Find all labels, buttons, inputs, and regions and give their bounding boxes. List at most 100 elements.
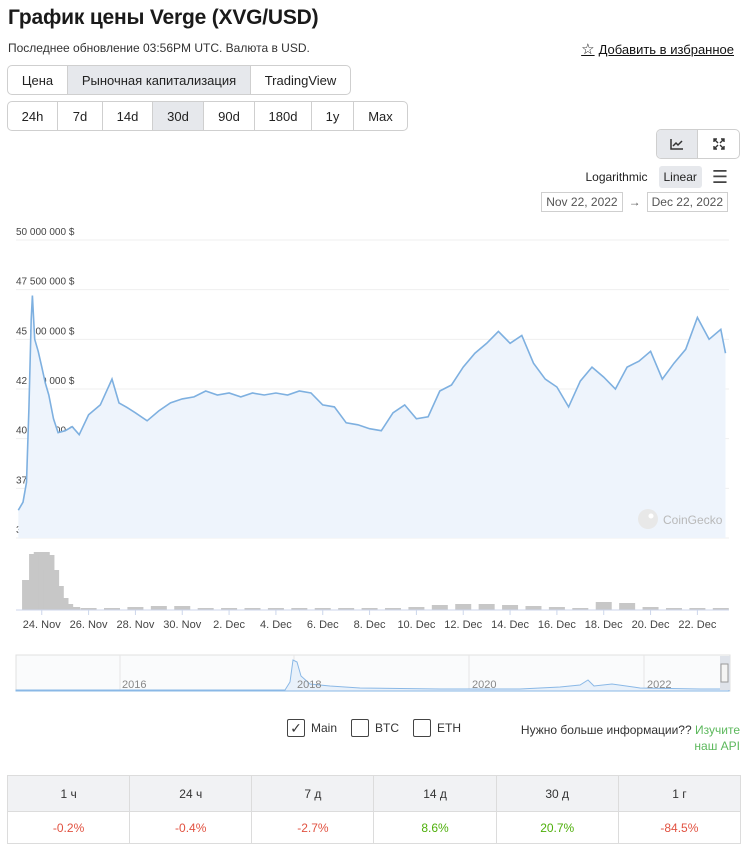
- checkbox-main[interactable]: ✓ Main: [287, 719, 337, 737]
- volume-bar: [64, 607, 81, 610]
- checkbox-main-box[interactable]: ✓: [287, 719, 305, 737]
- date-from-input[interactable]: Nov 22, 2022: [541, 192, 623, 212]
- x-tick-label: 8. Dec: [354, 619, 386, 631]
- checkbox-btc-box[interactable]: [351, 719, 370, 737]
- perf-header-1h: 1 ч: [6, 775, 131, 812]
- star-icon: ☆: [581, 41, 595, 58]
- range-90d[interactable]: 90d: [204, 102, 255, 130]
- expand-button[interactable]: [698, 130, 739, 158]
- volume-bar: [174, 606, 191, 610]
- volume-bar: [619, 603, 636, 610]
- perf-header-30d: 30 д: [495, 775, 619, 812]
- perf-header-14d: 14 д: [373, 775, 497, 812]
- range-14d[interactable]: 14d: [103, 102, 153, 130]
- volume-bar: [197, 608, 214, 610]
- performance-header-row: 1 ч 24 ч 7 д 14 д 30 д 1 г: [6, 775, 742, 812]
- scale-linear[interactable]: Linear: [658, 166, 702, 188]
- scale-switch: Logarithmic Linear ☰: [580, 166, 728, 188]
- volume-bar: [127, 607, 144, 610]
- x-axis-labels: 24. Nov 26. Nov 28. Nov 30. Nov 2. Dec 4. Dec…: [23, 610, 717, 631]
- navigator: 2016 2018 2020 2022: [15, 654, 731, 692]
- tab-market-cap[interactable]: Рыночная капитализация: [68, 66, 251, 94]
- chart-grid: [16, 239, 729, 539]
- x-tick-label: 10. Dec: [397, 619, 435, 631]
- volume-bar: [43, 570, 60, 610]
- y-tick-label: 37 500 000 $: [16, 475, 75, 486]
- x-tick-label: 2. Dec: [213, 619, 245, 631]
- checkbox-eth[interactable]: ETH: [413, 719, 461, 737]
- perf-header-1y: 1 г: [617, 775, 742, 812]
- range-180d[interactable]: 180d: [255, 102, 312, 130]
- range-24h[interactable]: 24h: [8, 102, 58, 130]
- perf-header-7d: 7 д: [251, 775, 375, 812]
- volume-bar: [642, 607, 659, 610]
- navigator-tick: 2020: [472, 679, 496, 691]
- page-title: График цены Verge (XVG/USD): [8, 6, 319, 29]
- x-tick-label: 20. Dec: [632, 619, 670, 631]
- last-updated-text: Последнее обновление 03:56PM UTC. Валюта…: [8, 41, 310, 55]
- volume-bar: [525, 606, 542, 610]
- scale-logarithmic[interactable]: Logarithmic: [580, 166, 652, 188]
- performance-values-row: -0.2% -0.4% -2.7% 8.6% 20.7% -84.5%: [6, 811, 742, 844]
- performance-table: 1 ч 24 ч 7 д 14 д 30 д 1 г -0.2% -0.4% -…: [6, 775, 742, 844]
- line-chart-button[interactable]: [657, 130, 698, 158]
- perf-value-14d: 8.6%: [373, 811, 497, 844]
- checkbox-btc[interactable]: BTC: [351, 719, 399, 737]
- volume-bar: [221, 608, 238, 610]
- date-to-input[interactable]: Dec 22, 2022: [646, 192, 728, 212]
- line-chart-icon: [670, 139, 683, 150]
- volume-bar: [338, 608, 355, 610]
- volume-bar: [33, 552, 50, 610]
- volume-bar: [572, 608, 589, 610]
- y-tick-label: 42 500 000 $: [16, 376, 75, 387]
- range-max[interactable]: Max: [354, 102, 407, 130]
- hamburger-icon[interactable]: ☰: [712, 167, 728, 188]
- x-tick-label: 22. Dec: [678, 619, 716, 631]
- volume-bar: [291, 608, 308, 610]
- api-promo-text: Нужно больше информации??: [520, 723, 692, 737]
- volume-bar: [548, 607, 565, 610]
- api-link[interactable]: Изучите наш API: [694, 723, 740, 753]
- add-to-favorites-label: Добавить в избранное: [598, 41, 734, 57]
- range-1y[interactable]: 1y: [312, 102, 354, 130]
- expand-icon: [712, 138, 725, 150]
- volume-bar: [80, 608, 97, 610]
- compare-checkboxes: ✓ Main BTC ETH: [287, 719, 461, 737]
- add-to-favorites-link[interactable]: ☆ Добавить в избранное: [581, 40, 734, 58]
- chart-type-tabs: Цена Рыночная капитализация TradingView: [7, 65, 351, 95]
- tab-price[interactable]: Цена: [8, 66, 68, 94]
- x-tick-label: 18. Dec: [585, 619, 623, 631]
- y-tick-label: 35 000 000 $: [16, 525, 75, 536]
- x-tick-label: 16. Dec: [538, 619, 576, 631]
- volume-bar: [52, 598, 69, 610]
- navigator-handle[interactable]: [720, 663, 729, 683]
- tab-tradingview[interactable]: TradingView: [251, 66, 350, 94]
- volume-bar: [595, 602, 612, 610]
- coingecko-logo-icon: [638, 509, 658, 529]
- x-tick-label: 6. Dec: [307, 619, 339, 631]
- volume-bar: [431, 605, 448, 610]
- volume-bar: [408, 607, 425, 610]
- y-tick-label: 50 000 000 $: [16, 227, 75, 238]
- perf-value-7d: -2.7%: [251, 811, 375, 844]
- x-tick-label: 30. Nov: [163, 619, 201, 631]
- volume-bar: [455, 604, 472, 610]
- checkbox-eth-box[interactable]: [413, 719, 432, 737]
- coingecko-watermark: CoinGecko: [638, 509, 723, 529]
- volume-bar: [361, 608, 378, 610]
- y-tick-label: 40 000 000 $: [16, 426, 75, 437]
- volume-bar: [314, 608, 331, 610]
- volume-bar: [47, 586, 64, 610]
- range-30d[interactable]: 30d: [153, 102, 204, 130]
- volume-bar: [384, 608, 401, 610]
- x-tick-label: 26. Nov: [70, 619, 108, 631]
- volume-bar: [712, 608, 729, 610]
- volume-bar: [502, 605, 519, 610]
- y-axis-labels: 35 000 000 $ 37 500 000 $ 40 000 000 $ 42 5…: [16, 227, 75, 536]
- volume-bar: [150, 606, 167, 610]
- volume-bar: [267, 608, 284, 610]
- navigator-tick: 2022: [647, 679, 671, 691]
- perf-value-24h: -0.4%: [129, 811, 253, 844]
- volume-bars: [22, 552, 729, 610]
- range-7d[interactable]: 7d: [58, 102, 103, 130]
